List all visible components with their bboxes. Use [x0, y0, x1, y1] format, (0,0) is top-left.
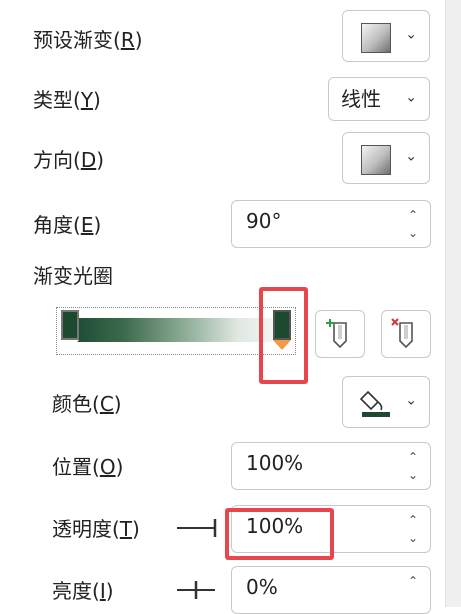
chevron-down-icon: ⌄ — [405, 392, 417, 409]
angle-spinner[interactable]: 90° ⌃ ⌄ — [231, 200, 431, 248]
spin-down-icon[interactable]: ⌄ — [408, 469, 418, 481]
position-value: 100% — [246, 451, 304, 475]
type-label: 类型(Y) — [33, 88, 101, 112]
gradient-stops-title: 渐变光圈 — [33, 264, 113, 288]
gradient-preview — [73, 318, 279, 342]
chevron-down-icon: ⌄ — [405, 148, 417, 165]
spin-down-icon[interactable]: ⌄ — [408, 227, 418, 239]
brightness-value: 0% — [246, 575, 278, 599]
angle-value: 90° — [246, 209, 282, 233]
gradient-stop-start[interactable] — [61, 310, 79, 340]
color-label: 颜色(C) — [52, 392, 122, 416]
color-dropdown[interactable]: ⌄ — [342, 376, 430, 428]
transparency-value-highlight — [225, 508, 334, 560]
chevron-down-icon: ⌄ — [405, 26, 417, 43]
format-shape-fill-panel: 预设渐变(R) ⌄ 类型(Y) 线性 ⌄ 方向(D) ⌄ 角度(E) 90° ⌃… — [0, 0, 446, 614]
transparency-slider[interactable] — [175, 516, 219, 545]
gradient-stop-start-pointer — [61, 340, 79, 350]
spin-up-icon[interactable]: ⌃ — [408, 451, 418, 463]
spin-up-icon[interactable]: ⌃ — [408, 209, 418, 221]
add-gradient-stop-button[interactable] — [315, 310, 365, 358]
paint-bucket-icon — [359, 390, 390, 417]
position-spinner[interactable]: 100% ⌃ ⌄ — [231, 442, 431, 490]
type-dropdown[interactable]: 线性 ⌄ — [328, 77, 430, 121]
spin-down-icon[interactable]: ⌄ — [408, 532, 418, 544]
direction-dropdown[interactable]: ⌄ — [342, 132, 430, 184]
direction-swatch-icon — [361, 145, 391, 175]
brightness-label: 亮度(I) — [52, 579, 114, 603]
slider-track-icon — [177, 519, 217, 537]
add-stop-icon — [326, 319, 347, 349]
vertical-scrollbar[interactable] — [445, 0, 461, 607]
spin-up-icon[interactable]: ⌃ — [408, 575, 418, 587]
slider-track-icon — [177, 581, 215, 599]
transparency-label: 透明度(T) — [52, 517, 140, 541]
gradient-swatch-icon — [361, 23, 391, 53]
selected-stop-highlight — [259, 287, 308, 384]
spin-up-icon[interactable]: ⌃ — [408, 514, 418, 526]
remove-stop-icon — [391, 318, 413, 349]
chevron-down-icon: ⌄ — [405, 89, 417, 106]
position-label: 位置(O) — [52, 455, 124, 479]
type-value: 线性 — [341, 87, 381, 111]
direction-label: 方向(D) — [33, 148, 105, 172]
brightness-slider[interactable] — [175, 578, 219, 607]
preset-gradient-label: 预设渐变(R) — [33, 28, 143, 52]
remove-gradient-stop-button[interactable] — [381, 310, 431, 358]
angle-label: 角度(E) — [33, 213, 102, 237]
preset-gradient-dropdown[interactable]: ⌄ — [342, 10, 430, 62]
